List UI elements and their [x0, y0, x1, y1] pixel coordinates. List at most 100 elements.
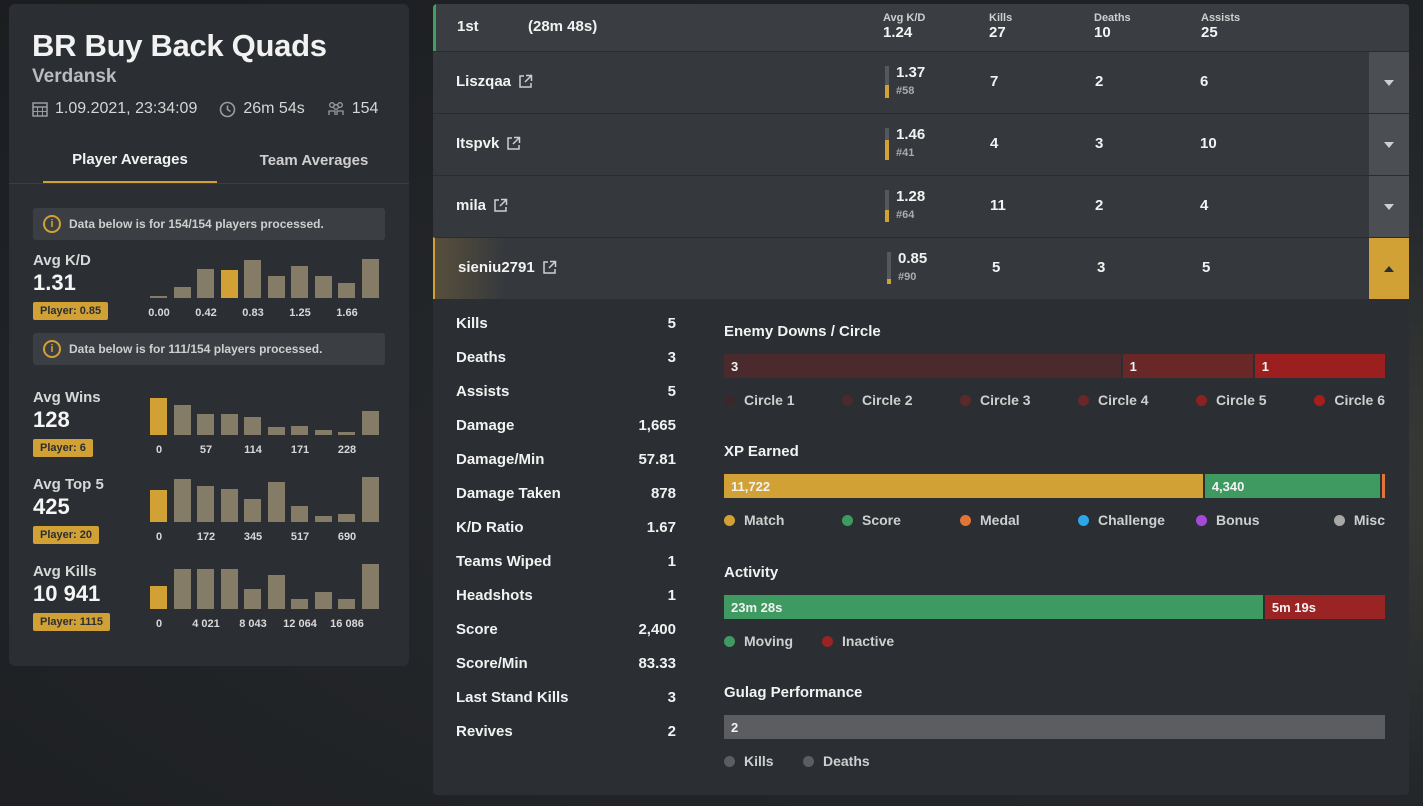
expand-toggle[interactable]: [1369, 114, 1409, 175]
histogram-bar: [197, 269, 214, 298]
external-link-icon[interactable]: [542, 260, 557, 275]
stat-label: Avg Kills: [33, 563, 97, 580]
histogram-bar: [314, 516, 332, 522]
detail-stat-value: 1: [667, 587, 676, 604]
legend-item: Deaths: [803, 753, 870, 769]
player-deaths: 2: [1095, 197, 1104, 214]
player-name-text: Liszqaa: [456, 73, 512, 90]
expand-toggle[interactable]: [1369, 238, 1409, 299]
histogram-tick: 1.66: [336, 307, 358, 319]
histogram-bar: [361, 477, 379, 522]
kd-rank-fill: [887, 279, 891, 284]
match-duration: 26m 54s: [243, 100, 305, 117]
histogram-bar: [291, 266, 308, 298]
info-icon: i: [43, 340, 61, 358]
detail-stat-row: Damage 1,665: [456, 417, 676, 451]
detail-stat-value: 3: [667, 349, 676, 366]
legend-dot: [724, 514, 735, 526]
player-kills: 4: [990, 135, 999, 152]
histogram-tick: 228: [337, 444, 357, 456]
histogram-tick: 1.25: [289, 307, 311, 319]
bar-segment: 1: [1252, 354, 1385, 378]
player-kills: 7: [990, 73, 999, 90]
histogram-tick: 12 064: [283, 618, 317, 630]
kd-rank-fill: [885, 85, 889, 98]
legend-item: Circle 6: [1314, 392, 1385, 408]
histogram-tick: 345: [243, 531, 263, 543]
histogram-tick: 171: [290, 444, 310, 456]
stat-value: 425: [33, 494, 70, 519]
player-row[interactable]: sieniu2791 0.85 #90 5 3 5: [433, 237, 1409, 299]
bar-segment: 4,340: [1202, 474, 1381, 498]
legend-label: Challenge: [1098, 512, 1165, 528]
kd-rank-bar: [885, 66, 889, 98]
player-row[interactable]: mila 1.28 #64 11 2 4: [433, 175, 1409, 237]
legend-dot: [803, 755, 814, 767]
player-assists: 5: [1202, 259, 1211, 276]
histogram-bar: [150, 490, 167, 522]
detail-stat-row: Teams Wiped 1: [456, 553, 676, 587]
player-name[interactable]: sieniu2791: [458, 259, 557, 276]
team-placement: 1st: [457, 18, 479, 35]
external-link-icon[interactable]: [506, 136, 521, 151]
kd-rank-fill: [885, 210, 889, 222]
external-link-icon[interactable]: [518, 74, 533, 89]
histogram-bar: [361, 411, 379, 435]
detail-stat-row: Score/Min 83.33: [456, 655, 676, 689]
detail-stat-row: Assists 5: [456, 383, 676, 417]
histogram-bar: [220, 270, 238, 298]
legend-label: Bonus: [1216, 512, 1260, 528]
histogram-tick: 172: [196, 531, 216, 543]
legend-item: Moving: [724, 633, 793, 649]
detail-stat-row: Revives 2: [456, 723, 676, 757]
player-name[interactable]: Liszqaa: [456, 73, 533, 90]
header-kd-label: Avg K/D: [883, 12, 926, 24]
histogram-tick: 57: [199, 444, 213, 456]
histogram-bar: [338, 432, 355, 435]
player-row[interactable]: Liszqaa 1.37 #58 7 2 6: [433, 51, 1409, 113]
legend: Moving Inactive: [724, 633, 1385, 649]
section-title: Gulag Performance: [724, 684, 863, 701]
team-assists-value: 25: [1201, 24, 1218, 41]
legend-label: Misc: [1353, 512, 1385, 528]
external-link-icon[interactable]: [493, 198, 508, 213]
detail-stat-value: 2: [667, 723, 676, 740]
player-name[interactable]: mila: [456, 197, 508, 214]
header-kills-label: Kills: [989, 12, 1013, 24]
map-name: Verdansk: [32, 66, 117, 87]
expand-toggle[interactable]: [1369, 52, 1409, 113]
stacked-bar: 23m 28s 5m 19s: [724, 595, 1385, 619]
legend: Circle 1 Circle 2 Circle 3 Circle 4 Circle 5…: [724, 392, 1385, 408]
histogram-bar: [150, 398, 167, 435]
legend-item: Challenge: [1078, 512, 1165, 528]
team-deaths: Deaths 10: [1094, 12, 1131, 41]
histogram-bar: [361, 259, 379, 298]
legend-dot: [822, 635, 833, 647]
legend-label: Circle 1: [744, 392, 795, 408]
player-name[interactable]: Itspvk: [456, 135, 521, 152]
legend-label: Inactive: [842, 633, 895, 649]
histogram-bar: [244, 589, 261, 609]
expand-toggle[interactable]: [1369, 176, 1409, 237]
team-kills: Kills 27: [989, 12, 1012, 41]
team-assists: Assists 25: [1201, 12, 1240, 41]
kd-rank-bar: [887, 252, 891, 284]
legend-item: Circle 4: [1078, 392, 1149, 408]
histogram-bar: [338, 514, 355, 522]
histogram: [150, 389, 380, 435]
tab-team-averages[interactable]: Team Averages: [239, 138, 389, 183]
histogram-bar: [314, 430, 332, 435]
histogram-tick: 517: [290, 531, 310, 543]
legend-dot: [1196, 514, 1207, 526]
detail-stat-label: Kills: [456, 315, 488, 332]
tab-player-averages[interactable]: Player Averages: [43, 138, 217, 183]
player-assists: 6: [1200, 73, 1209, 90]
histogram-bar: [150, 296, 167, 298]
player-row[interactable]: Itspvk 1.46 #41 4 3 10: [433, 113, 1409, 175]
stat-label: Avg Wins: [33, 389, 101, 406]
notice-text: Data below is for 154/154 players proces…: [69, 217, 324, 231]
detail-stat-value: 57.81: [638, 451, 676, 468]
histogram-bar: [173, 479, 191, 522]
detail-stat-row: Deaths 3: [456, 349, 676, 383]
player-rank: #41: [896, 147, 915, 159]
